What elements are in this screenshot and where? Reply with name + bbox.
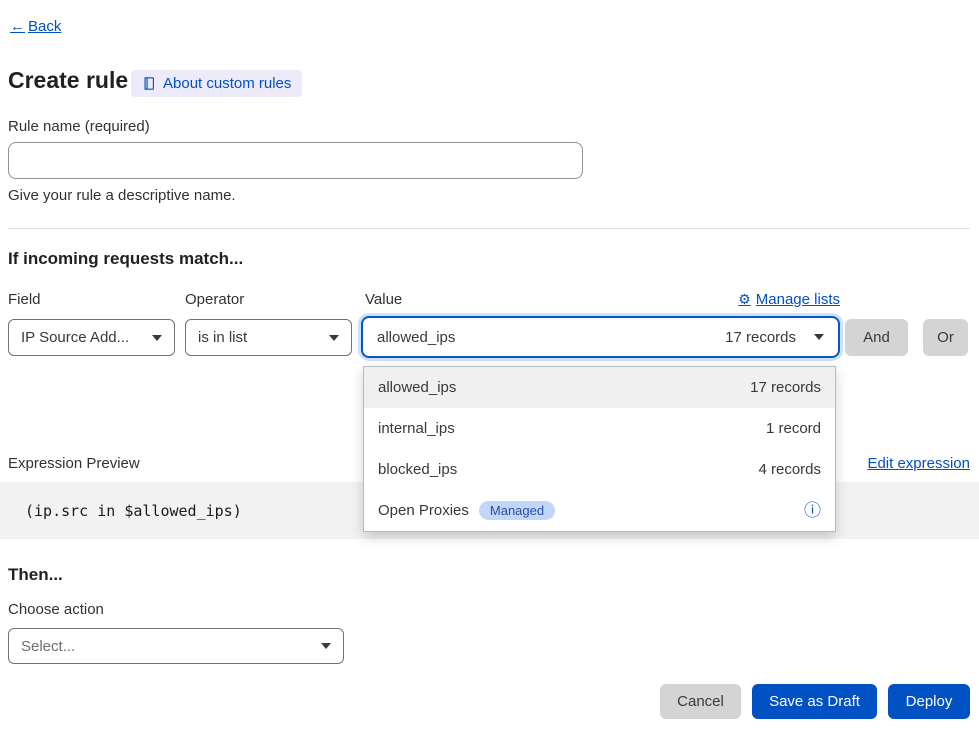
choose-action-label: Choose action xyxy=(8,601,104,618)
value-column-label: Value xyxy=(365,291,402,308)
back-arrow-icon: ← xyxy=(10,18,25,35)
chevron-down-icon xyxy=(152,335,162,341)
list-name: Open Proxies xyxy=(378,502,469,519)
create-rule-page: ←Back Create rule About custom rules Rul… xyxy=(0,0,979,739)
match-section-heading: If incoming requests match... xyxy=(8,249,243,269)
rule-name-input[interactable] xyxy=(8,142,583,179)
value-select-value: allowed_ips xyxy=(377,329,455,346)
managed-badge: Managed xyxy=(479,501,555,520)
about-custom-rules-badge[interactable]: About custom rules xyxy=(131,70,302,97)
cancel-button[interactable]: Cancel xyxy=(660,684,741,719)
or-button[interactable]: Or xyxy=(923,319,968,356)
action-select[interactable]: Select... xyxy=(8,628,344,664)
operator-column-label: Operator xyxy=(185,291,244,308)
dropdown-item-open-proxies[interactable]: Open Proxies Managed ⓘ xyxy=(364,490,835,531)
list-name: internal_ips xyxy=(378,420,455,437)
back-link-label: Back xyxy=(28,18,61,35)
chevron-down-icon xyxy=(814,334,824,340)
list-record-count: 4 records xyxy=(758,461,821,478)
list-record-count: 17 records xyxy=(750,379,821,396)
about-badge-label: About custom rules xyxy=(163,75,291,92)
deploy-button[interactable]: Deploy xyxy=(888,684,970,719)
page-title: Create rule xyxy=(8,67,128,94)
chevron-down-icon xyxy=(321,643,331,649)
expression-preview-label: Expression Preview xyxy=(8,455,140,472)
value-select[interactable]: allowed_ips 17 records xyxy=(361,316,840,358)
value-select-detail: 17 records xyxy=(725,329,796,346)
rule-name-label: Rule name (required) xyxy=(8,118,150,135)
operator-select-value: is in list xyxy=(198,329,247,346)
field-select[interactable]: IP Source Add... xyxy=(8,319,175,356)
edit-expression-link[interactable]: Edit expression xyxy=(867,455,970,472)
then-section-heading: Then... xyxy=(8,565,63,585)
book-icon xyxy=(142,76,156,91)
back-link[interactable]: ←Back xyxy=(10,18,61,35)
value-dropdown-menu: allowed_ips 17 records internal_ips 1 re… xyxy=(363,366,836,532)
list-name: allowed_ips xyxy=(378,379,456,396)
chevron-down-icon xyxy=(329,335,339,341)
operator-select[interactable]: is in list xyxy=(185,319,352,356)
save-as-draft-button[interactable]: Save as Draft xyxy=(752,684,877,719)
rule-name-helper: Give your rule a descriptive name. xyxy=(8,187,236,204)
info-icon[interactable]: ⓘ xyxy=(804,502,821,519)
action-select-placeholder: Select... xyxy=(21,638,75,655)
dropdown-item-allowed-ips[interactable]: allowed_ips 17 records xyxy=(364,367,835,408)
and-button[interactable]: And xyxy=(845,319,908,356)
list-record-count: 1 record xyxy=(766,420,821,437)
list-name: blocked_ips xyxy=(378,461,457,478)
field-column-label: Field xyxy=(8,291,41,308)
gear-icon: ⚙ xyxy=(738,291,751,308)
manage-lists-label: Manage lists xyxy=(756,291,840,308)
dropdown-item-internal-ips[interactable]: internal_ips 1 record xyxy=(364,408,835,449)
dropdown-item-blocked-ips[interactable]: blocked_ips 4 records xyxy=(364,449,835,490)
manage-lists-link[interactable]: ⚙ Manage lists xyxy=(738,291,840,308)
field-select-value: IP Source Add... xyxy=(21,329,129,346)
section-divider xyxy=(8,228,970,229)
